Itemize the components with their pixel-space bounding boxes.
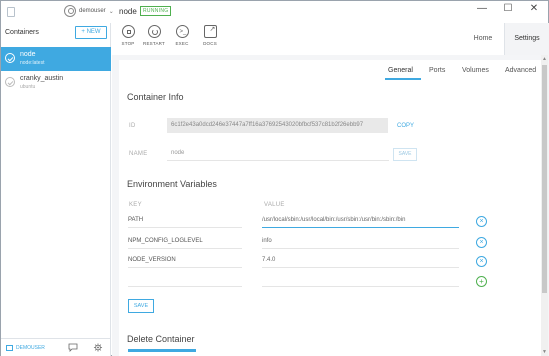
subtab-ports[interactable]: Ports: [429, 67, 445, 74]
sidebar-item-image: node:latest: [20, 60, 45, 66]
env-value-input[interactable]: /usr/local/sbin:/usr/local/bin:/usr/sbin…: [262, 213, 459, 228]
docs-button[interactable]: ↗ DOCS: [198, 25, 222, 46]
remove-env-button[interactable]: ×: [476, 256, 487, 267]
user-avatar-icon: [64, 5, 76, 17]
active-tab-indicator: [385, 78, 421, 80]
container-id-field: 6c1f2e43a0dcd246e37447a7ff16a37692543020…: [167, 118, 388, 133]
title-bar: demouser ⌄ node RUNNING — ☐ ✕: [1, 1, 548, 23]
sidebar-item-image: ubuntu: [20, 84, 36, 90]
subtab-volumes[interactable]: Volumes: [462, 67, 489, 74]
subtab-advanced[interactable]: Advanced: [505, 67, 536, 74]
container-toolbar: STOP RESTART >_ EXEC ↗ DOCS: [112, 23, 462, 55]
env-vars-title: Environment Variables: [127, 179, 217, 189]
view-tabs: Home Settings: [462, 23, 549, 55]
restart-button[interactable]: RESTART: [142, 25, 166, 46]
whale-icon: [6, 345, 13, 351]
sidebar-title: Containers: [5, 29, 39, 36]
gear-icon[interactable]: [93, 343, 103, 352]
container-info-title: Container Info: [127, 92, 184, 102]
env-key-input[interactable]: PATH: [128, 213, 242, 228]
exec-button[interactable]: >_ EXEC: [170, 25, 194, 46]
env-key-input[interactable]: NPM_CONFIG_LOGLEVEL: [128, 234, 242, 249]
sidebar-footer: DEMOUSER: [1, 338, 111, 356]
sidebar: Containers + NEW node node:latest cranky…: [1, 23, 111, 356]
container-title: node: [119, 7, 137, 16]
sidebar-header: Containers + NEW: [1, 23, 111, 43]
user-menu[interactable]: demouser ⌄: [64, 5, 114, 17]
name-label: NAME: [129, 151, 148, 157]
restart-icon: [147, 25, 161, 38]
delete-button-edge[interactable]: [128, 349, 196, 352]
container-stopped-icon: [5, 77, 15, 87]
id-label: ID: [129, 123, 136, 129]
exec-icon: >_: [175, 25, 189, 38]
stop-button[interactable]: STOP: [116, 25, 140, 46]
main-panel: General Ports Volumes Advanced Container…: [112, 55, 549, 356]
app-logo-icon: [7, 7, 15, 17]
chevron-down-icon: ⌄: [108, 8, 114, 15]
app-window: demouser ⌄ node RUNNING — ☐ ✕ Containers…: [0, 0, 549, 356]
restart-label: RESTART: [143, 41, 165, 46]
env-key-header: KEY: [129, 202, 142, 208]
container-running-icon: [5, 53, 15, 63]
user-name: demouser: [79, 8, 106, 14]
save-name-button[interactable]: SAVE: [393, 148, 417, 161]
status-badge: RUNNING: [140, 6, 172, 16]
remove-env-button[interactable]: ×: [476, 237, 487, 248]
env-value-input[interactable]: info: [262, 234, 459, 249]
tab-home[interactable]: Home: [462, 23, 504, 55]
docs-icon: ↗: [203, 25, 217, 38]
scroll-up-icon[interactable]: ▲: [541, 55, 548, 63]
remove-env-button[interactable]: ×: [476, 216, 487, 227]
new-container-button[interactable]: + NEW: [75, 26, 107, 39]
subtab-general[interactable]: General: [388, 67, 413, 74]
stop-icon: [121, 25, 135, 38]
env-key-input[interactable]: NODE_VERSION: [128, 253, 242, 268]
settings-card: General Ports Volumes Advanced Container…: [119, 60, 542, 356]
scroll-down-icon[interactable]: ▼: [541, 348, 548, 356]
delete-container-title: Delete Container: [127, 334, 195, 344]
add-env-button[interactable]: +: [476, 276, 487, 287]
docs-label: DOCS: [203, 41, 217, 46]
maximize-button[interactable]: ☐: [498, 3, 518, 14]
tab-settings[interactable]: Settings: [504, 23, 549, 55]
exec-label: EXEC: [175, 41, 189, 46]
sidebar-item-node[interactable]: node node:latest: [1, 47, 111, 71]
env-key-input-empty[interactable]: [128, 272, 242, 287]
chat-icon[interactable]: [68, 343, 78, 352]
container-name-input[interactable]: node: [167, 146, 389, 161]
close-button[interactable]: ✕: [524, 3, 544, 14]
env-value-input-empty[interactable]: [262, 272, 459, 287]
save-env-button[interactable]: SAVE: [128, 299, 154, 313]
env-value-input[interactable]: 7.4.0: [262, 253, 459, 268]
sidebar-item-name: node: [20, 51, 36, 58]
docker-user-name: DEMOUSER: [16, 345, 45, 351]
docker-user-link[interactable]: DEMOUSER: [6, 345, 45, 351]
scrollbar[interactable]: ▲ ▼: [541, 55, 548, 356]
sidebar-item-cranky-austin[interactable]: cranky_austin ubuntu: [1, 71, 111, 95]
copy-id-button[interactable]: COPY: [397, 123, 414, 129]
stop-label: STOP: [121, 41, 135, 46]
env-value-header: VALUE: [264, 202, 285, 208]
scroll-thumb[interactable]: [542, 65, 547, 293]
minimize-button[interactable]: —: [472, 3, 492, 14]
sidebar-item-name: cranky_austin: [20, 75, 64, 82]
